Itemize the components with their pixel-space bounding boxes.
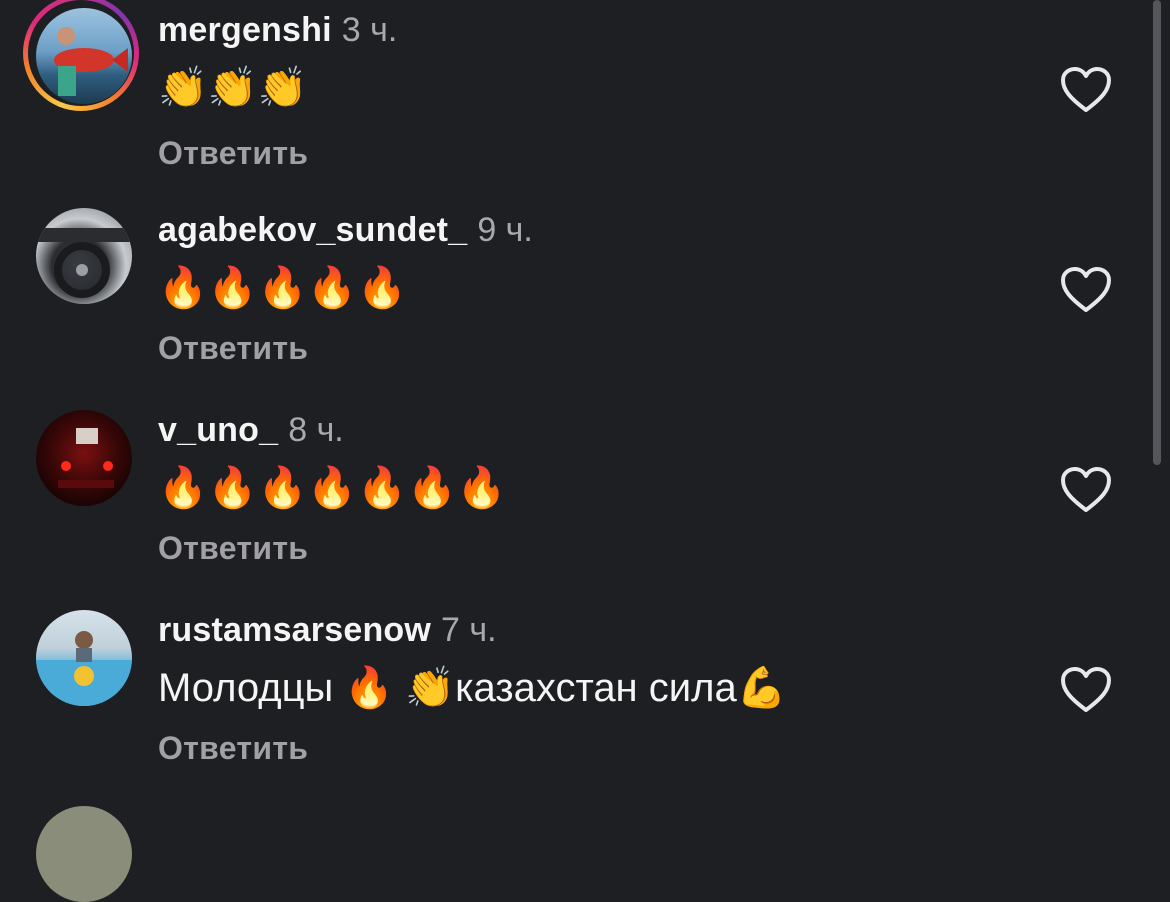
avatar-photo	[58, 428, 114, 488]
like-button[interactable]	[1060, 466, 1112, 514]
reply-button[interactable]: Ответить	[158, 330, 308, 367]
comment-header: v_uno_ 8 ч.	[158, 410, 344, 450]
avatar-container[interactable]	[36, 410, 132, 506]
like-button[interactable]	[1060, 666, 1112, 714]
reply-button[interactable]: Ответить	[158, 135, 308, 172]
timestamp: 8 ч.	[288, 411, 344, 449]
avatar-container[interactable]	[36, 610, 132, 706]
username[interactable]: v_uno_	[158, 411, 278, 449]
like-button[interactable]	[1060, 266, 1112, 314]
username[interactable]: mergenshi	[158, 11, 332, 49]
comment-item: v_uno_ 8 ч. 🔥🔥🔥🔥🔥🔥🔥 Ответить	[0, 400, 1150, 600]
comment-item: rustamsarsenow 7 ч. Молодцы 🔥 👏казахстан …	[0, 600, 1150, 800]
like-button[interactable]	[1060, 66, 1112, 114]
avatar[interactable]	[36, 8, 132, 104]
heart-outline-icon	[1061, 267, 1111, 312]
scrollbar[interactable]	[1153, 0, 1161, 465]
next-comment-avatar[interactable]	[36, 806, 132, 902]
timestamp: 3 ч.	[341, 11, 398, 49]
comment-body: 🔥🔥🔥🔥🔥	[158, 266, 408, 310]
avatar-container[interactable]	[23, 0, 139, 111]
timestamp: 9 ч.	[477, 211, 533, 249]
avatar-container[interactable]	[36, 208, 132, 304]
heart-outline-icon	[1061, 67, 1111, 112]
avatar-photo	[54, 27, 128, 96]
timestamp: 7 ч.	[441, 611, 497, 649]
comment-item: mergenshi 3 ч. 👏👏👏 Ответить	[0, 0, 1150, 200]
avatar-photo	[36, 228, 132, 298]
avatar[interactable]	[36, 610, 132, 706]
comment-body: 🔥🔥🔥🔥🔥🔥🔥	[158, 466, 507, 510]
comment-header: agabekov_sundet_ 9 ч.	[158, 210, 533, 250]
comment-header: rustamsarsenow 7 ч.	[158, 610, 497, 650]
comment-header: mergenshi 3 ч.	[158, 10, 397, 50]
username[interactable]: agabekov_sundet_	[158, 211, 467, 249]
reply-button[interactable]: Ответить	[158, 730, 308, 767]
avatar-photo	[36, 631, 132, 706]
comment-body: 👏👏👏	[158, 66, 308, 110]
username[interactable]: rustamsarsenow	[158, 611, 431, 649]
comment-item: agabekov_sundet_ 9 ч. 🔥🔥🔥🔥🔥 Ответить	[0, 200, 1150, 400]
avatar[interactable]	[36, 208, 132, 304]
heart-outline-icon	[1061, 667, 1111, 712]
heart-outline-icon	[1061, 467, 1111, 512]
avatar[interactable]	[36, 410, 132, 506]
comment-body: Молодцы 🔥 👏казахстан сила💪	[158, 666, 787, 710]
reply-button[interactable]: Ответить	[158, 530, 308, 567]
